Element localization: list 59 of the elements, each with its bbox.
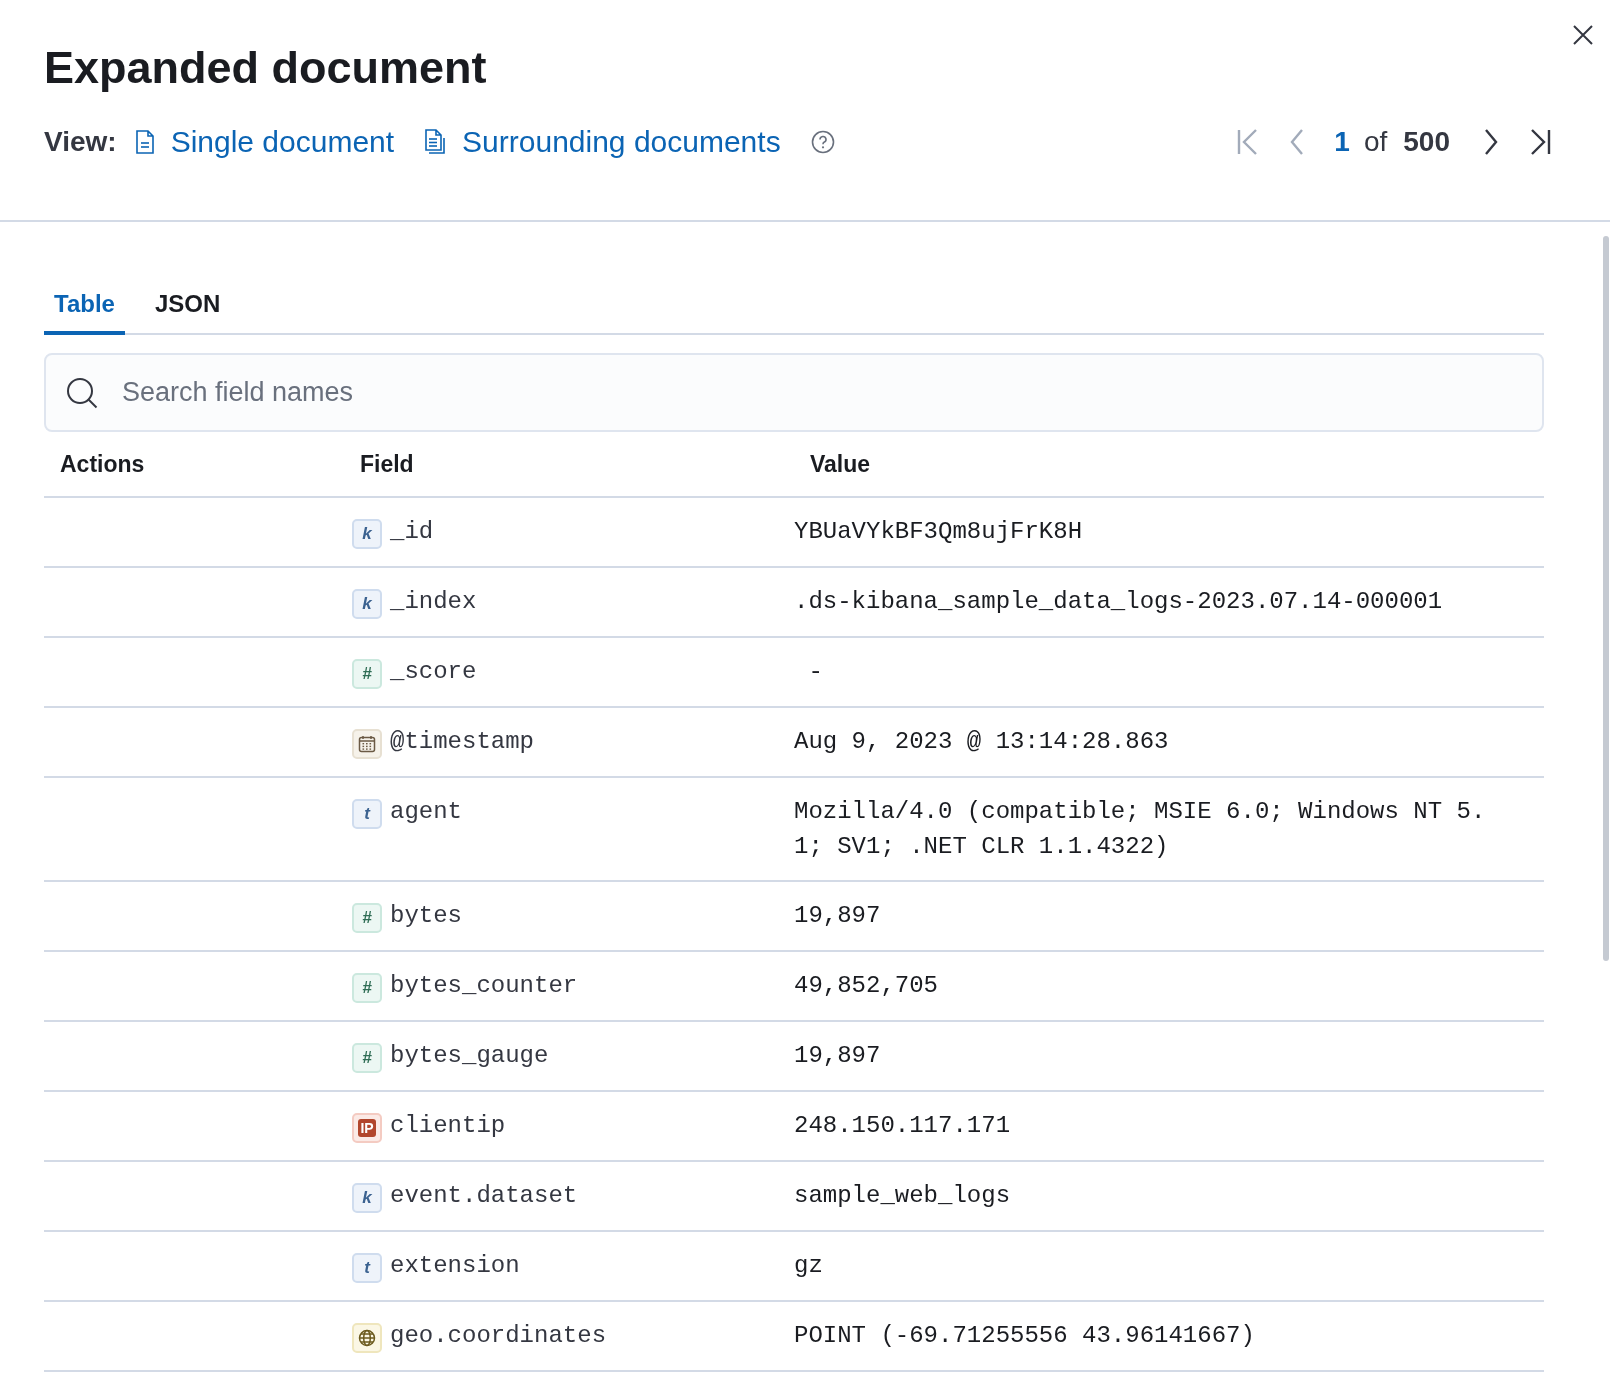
current-page: 1 — [1334, 126, 1350, 158]
view-tab[interactable]: JSON — [144, 277, 231, 335]
field-type-badge: t — [352, 799, 382, 829]
column-header: Actions — [59, 450, 146, 478]
field-value: 248.150.117.171 — [794, 1112, 1011, 1139]
globe-icon — [358, 1329, 376, 1347]
field-value: 49,852,705 — [794, 972, 939, 999]
document-icon — [134, 130, 155, 154]
close-icon — [1572, 24, 1594, 46]
calendar-icon — [358, 735, 376, 753]
total-pages: 500 — [1403, 126, 1450, 158]
column-header: Field — [359, 450, 415, 478]
last-page-icon — [1528, 128, 1552, 156]
view-tab[interactable]: Table — [44, 277, 125, 335]
field-value: YBUaVYkBF3Qm8ujFrK8H — [794, 518, 1083, 545]
field-name: extension — [390, 1251, 520, 1281]
view-mode-link[interactable]: Surrounding documents — [424, 125, 781, 159]
field-name: _id — [390, 517, 434, 547]
field-type-badge: # — [352, 659, 382, 689]
documents-icon — [424, 129, 447, 155]
field-value: .ds-kibana_sample_data_logs-2023.07.14-000001 — [794, 588, 1443, 615]
field-type-badge: k — [352, 589, 382, 619]
field-name: bytes_gauge — [390, 1041, 549, 1071]
field-name: clientip — [390, 1111, 506, 1141]
chevron-right-icon — [1482, 128, 1500, 156]
ip-type-badge: IP — [352, 1113, 382, 1143]
field-type-badge: k — [352, 1183, 382, 1213]
field-value: - — [807, 658, 823, 685]
flyout-title: Expanded document — [44, 42, 488, 94]
field-type-badge: k — [352, 519, 382, 549]
field-type-badge: # — [352, 1043, 382, 1073]
field-type-badge: # — [352, 903, 382, 933]
field-name: geo.coordinates — [390, 1321, 607, 1351]
field-value: POINT (-69.71255556 43.96141667) — [794, 1322, 1255, 1349]
field-value: Aug 9, 2023 @ 13:14:28.863 — [794, 728, 1169, 755]
scrollbar[interactable] — [1603, 236, 1609, 961]
field-value: gz — [794, 1252, 823, 1279]
field-name: _score — [390, 657, 477, 687]
field-type-badge: t — [352, 1253, 382, 1283]
view-label: View: — [44, 126, 117, 158]
field-name: _index — [390, 587, 477, 617]
column-header: Value — [809, 450, 872, 478]
field-value: sample_web_logs — [794, 1182, 1011, 1209]
field-name: bytes_counter — [390, 971, 578, 1001]
page-of-label: of — [1363, 126, 1388, 158]
search-icon — [66, 376, 98, 409]
field-type-badge: # — [352, 973, 382, 1003]
field-value: Mozilla/4.0 (compatible; MSIE 6.0; Windows NT 5.1; SV1; .NET CLR 1.1.4322) — [794, 798, 1486, 860]
field-name: bytes — [390, 901, 462, 931]
close-button[interactable] — [1572, 24, 1594, 46]
field-value: 19,897 — [794, 902, 881, 929]
field-name: agent — [390, 797, 462, 827]
view-mode-link[interactable]: Single document — [134, 125, 395, 159]
field-name: @timestamp — [390, 727, 535, 757]
search-field[interactable]: Search field names — [120, 376, 1522, 409]
field-name: event.dataset — [390, 1181, 578, 1211]
search-bar[interactable]: Search field names — [44, 353, 1544, 432]
field-value: 19,897 — [794, 1042, 881, 1069]
help-icon[interactable] — [810, 130, 835, 154]
